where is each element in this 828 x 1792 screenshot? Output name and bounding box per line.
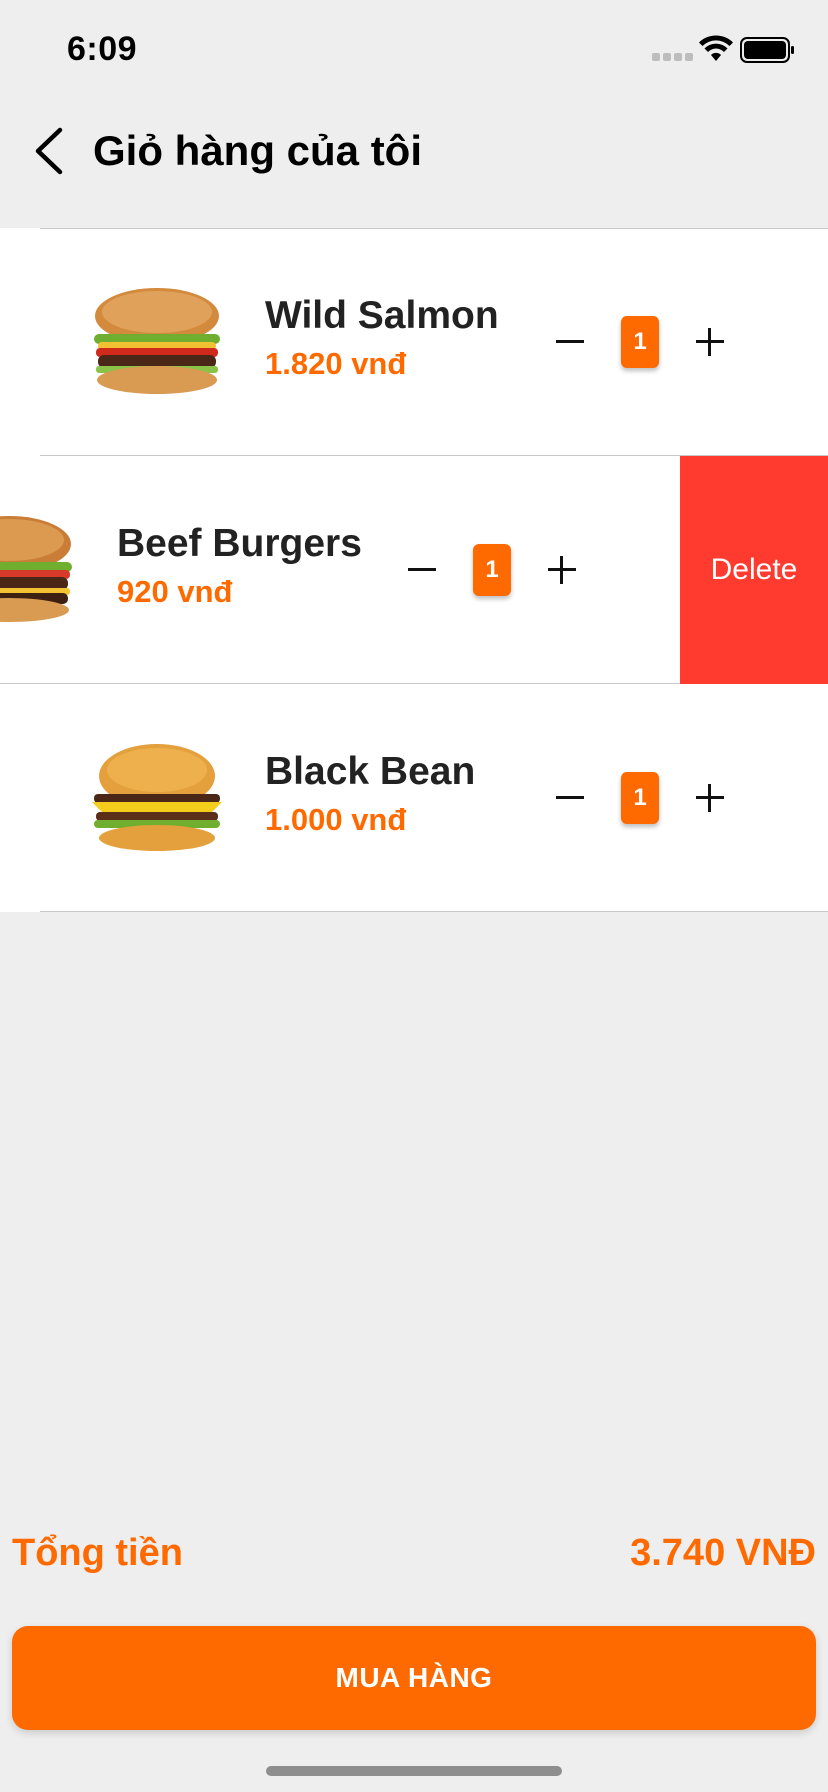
decrease-quantity-button[interactable] (552, 322, 588, 362)
chevron-left-icon[interactable] (30, 124, 70, 178)
item-name: Black Bean (265, 750, 476, 793)
battery-icon (740, 37, 794, 63)
cart-item-row[interactable]: Black Bean 1.000 vnđ 1 (0, 684, 828, 912)
quantity-badge: 1 (473, 544, 511, 596)
row-divider (40, 911, 828, 912)
home-indicator (266, 1766, 562, 1776)
page-title: Giỏ hàng của tôi (93, 127, 423, 174)
total-label: Tổng tiền (12, 1532, 183, 1574)
item-price: 1.000 vnđ (265, 802, 407, 837)
cellular-signal-icon (652, 53, 693, 61)
burger-image (0, 516, 72, 622)
navigation-bar: Giỏ hàng của tôi (0, 100, 828, 228)
burger-image (94, 288, 220, 394)
decrease-quantity-button[interactable] (404, 550, 440, 590)
quantity-badge: 1 (621, 772, 659, 824)
buy-button[interactable]: MUA HÀNG (12, 1626, 816, 1730)
decrease-quantity-button[interactable] (552, 778, 588, 818)
burger-image (92, 744, 222, 851)
cart-item-content[interactable]: Wild Salmon 1.820 vnđ 1 (0, 228, 828, 456)
cart-item-content[interactable]: Black Bean 1.000 vnđ 1 (0, 684, 828, 912)
increase-quantity-button[interactable] (692, 778, 728, 818)
cart-item-content[interactable]: Beef Burgers 920 vnđ 1 (0, 456, 680, 684)
row-divider (40, 228, 828, 229)
item-name: Beef Burgers (117, 522, 362, 565)
status-time: 6:09 (67, 30, 138, 68)
total-value: 3.740 VNĐ (630, 1532, 816, 1574)
wifi-icon (699, 35, 733, 61)
cart-list: Wild Salmon 1.820 vnđ 1 Beef Burgers 920… (0, 228, 828, 912)
quantity-badge: 1 (621, 316, 659, 368)
increase-quantity-button[interactable] (544, 550, 580, 590)
item-name: Wild Salmon (265, 294, 499, 337)
item-price: 920 vnđ (117, 574, 233, 609)
status-bar: 6:09 (0, 0, 828, 100)
increase-quantity-button[interactable] (692, 322, 728, 362)
cart-item-row[interactable]: Beef Burgers 920 vnđ 1 Delete (0, 456, 828, 684)
delete-button[interactable]: Delete (680, 456, 828, 684)
cart-item-row[interactable]: Wild Salmon 1.820 vnđ 1 (0, 228, 828, 456)
item-price: 1.820 vnđ (265, 346, 407, 381)
